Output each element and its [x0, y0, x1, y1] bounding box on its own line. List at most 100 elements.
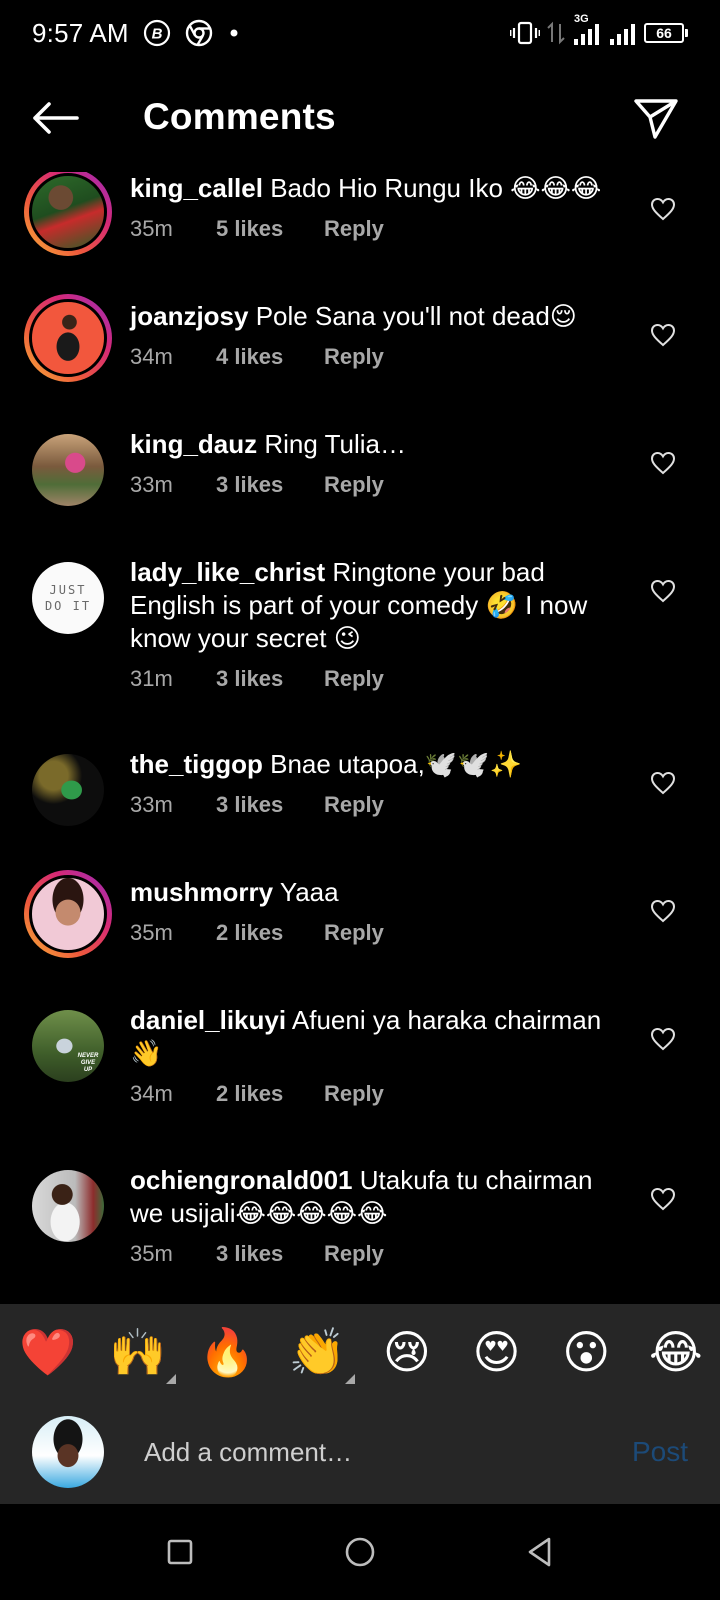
like-button[interactable] [648, 194, 678, 224]
header: Comments [0, 82, 720, 156]
comment-text: lady_like_christ Ringtone your bad Engli… [130, 556, 630, 655]
back-button[interactable] [30, 98, 80, 138]
reaction-heart[interactable]: ❤️ [18, 1322, 78, 1382]
reply-button[interactable]: Reply [324, 791, 384, 819]
comment-username[interactable]: the_tiggop [130, 749, 263, 779]
comment-username[interactable]: ochiengronald001 [130, 1165, 353, 1195]
notification-dot-icon [227, 26, 241, 40]
reaction-fire[interactable]: 🔥 [197, 1322, 257, 1382]
comment-item: king_dauz Ring Tulia… 33m 3 likes Reply [0, 428, 720, 538]
status-time: 9:57 AM [32, 17, 129, 48]
comment-item: joanzjosy Pole Sana you'll not dead😌 34m… [0, 294, 720, 410]
comment-message: Bado Hio Rungu Iko 😂😂😂 [270, 173, 602, 203]
reaction-crying[interactable]: 😢 [377, 1322, 437, 1382]
avatar-wrap[interactable] [24, 426, 112, 514]
b-badge-icon: B [143, 19, 171, 47]
heart-outline-icon [650, 771, 676, 795]
avatar-wrap[interactable]: JUST DO IT [24, 554, 112, 642]
like-button[interactable] [648, 896, 678, 926]
comment-username[interactable]: joanzjosy [130, 301, 248, 331]
avatar-wrap[interactable] [24, 746, 112, 834]
comment-message: Pole Sana you'll not dead😌 [255, 301, 577, 331]
back-nav-button[interactable] [520, 1532, 560, 1572]
home-button[interactable] [340, 1532, 380, 1572]
comment-likes[interactable]: 4 likes [216, 343, 324, 371]
avatar-wrap[interactable]: NEVER GIVE UP [24, 1002, 112, 1090]
comment-username[interactable]: lady_like_christ [130, 557, 325, 587]
circle-icon [345, 1537, 375, 1567]
comment-time: 35m [130, 1241, 173, 1266]
comment-item: king_callel Bado Hio Rungu Iko 😂😂😂 35m 5… [0, 172, 720, 282]
signal-icon: 3G [572, 13, 602, 47]
avatar-wrap[interactable] [24, 1162, 112, 1250]
comment-text: ochiengronald001 Utakufa tu chairman we … [130, 1164, 630, 1230]
comment-likes[interactable]: 3 likes [216, 471, 324, 499]
reaction-clap-emoji: 👏 [288, 1325, 346, 1379]
reaction-clap[interactable]: 👏 [287, 1322, 356, 1384]
comment-username[interactable]: mushmorry [130, 877, 273, 907]
reaction-raised-hands-emoji: 🙌 [109, 1325, 167, 1379]
skin-tone-indicator-icon [165, 1374, 176, 1384]
comment-username[interactable]: king_callel [130, 173, 263, 203]
avatar-story-ring[interactable] [24, 172, 112, 256]
comment-likes[interactable]: 3 likes [216, 791, 324, 819]
system-nav-bar [0, 1504, 720, 1600]
reply-button[interactable]: Reply [324, 471, 384, 499]
share-button[interactable] [632, 96, 680, 142]
avatar-story-ring[interactable] [24, 870, 112, 958]
reply-button[interactable]: Reply [324, 1240, 384, 1268]
comment-item: ochiengronald001 Utakufa tu chairman we … [0, 1164, 720, 1304]
comment-likes[interactable]: 5 likes [216, 215, 324, 243]
comment-message: Yaaa [279, 877, 339, 907]
comments-list[interactable]: king_callel Bado Hio Rungu Iko 😂😂😂 35m 5… [0, 172, 720, 1304]
triangle-back-icon [528, 1537, 551, 1567]
recents-button[interactable] [160, 1532, 200, 1572]
reply-button[interactable]: Reply [324, 343, 384, 371]
like-button[interactable] [648, 448, 678, 478]
like-button[interactable] [648, 768, 678, 798]
svg-text:B: B [151, 26, 162, 43]
avatar: NEVER GIVE UP [32, 1010, 104, 1082]
heart-outline-icon [650, 197, 676, 221]
avatar [29, 299, 107, 377]
heart-outline-icon [650, 579, 676, 603]
like-button[interactable] [648, 320, 678, 350]
reply-button[interactable]: Reply [324, 919, 384, 947]
avatar [32, 754, 104, 826]
avatar-text-line1: JUST [49, 583, 87, 597]
page-title: Comments [143, 96, 336, 137]
reply-button[interactable]: Reply [324, 215, 384, 243]
reaction-laughing[interactable]: 😂 [646, 1322, 706, 1382]
comment-likes[interactable]: 3 likes [216, 1240, 324, 1268]
reaction-raised-hands[interactable]: 🙌 [108, 1322, 176, 1384]
avatar-text-line2: DO IT [44, 599, 92, 613]
comment-message: Bnae utapoa,🕊️🕊️✨ [270, 749, 522, 779]
comment-likes[interactable]: 2 likes [216, 919, 324, 947]
comment-text: king_dauz Ring Tulia… [130, 428, 630, 461]
comment-username[interactable]: daniel_likuyi [130, 1005, 286, 1035]
heart-outline-icon [650, 1027, 676, 1051]
comment-text: daniel_likuyi Afueni ya haraka chairman … [130, 1004, 630, 1070]
comment-likes[interactable]: 3 likes [216, 665, 324, 693]
avatar-story-ring[interactable] [24, 294, 112, 382]
quick-reactions-bar: ❤️ 🙌 🔥 👏 😢 😍 😮 😂 [0, 1304, 720, 1400]
skin-tone-indicator-icon [345, 1374, 356, 1384]
avatar [29, 173, 107, 251]
battery-icon: 66 [644, 23, 688, 43]
heart-outline-icon [650, 1187, 676, 1211]
comment-likes[interactable]: 2 likes [216, 1080, 324, 1108]
comment-username[interactable]: king_dauz [130, 429, 257, 459]
like-button[interactable] [648, 576, 678, 606]
reaction-heart-eyes[interactable]: 😍 [467, 1322, 527, 1382]
reaction-surprised[interactable]: 😮 [556, 1322, 616, 1382]
post-button[interactable]: Post [632, 1436, 688, 1468]
comment-input[interactable] [144, 1430, 574, 1474]
avatar [32, 434, 104, 506]
heart-outline-icon [650, 451, 676, 475]
like-button[interactable] [648, 1024, 678, 1054]
status-bar: 9:57 AM B 3G 66 [0, 0, 720, 66]
avatar: JUST DO IT [32, 562, 104, 634]
reply-button[interactable]: Reply [324, 1080, 384, 1108]
like-button[interactable] [648, 1184, 678, 1214]
reply-button[interactable]: Reply [324, 665, 384, 693]
